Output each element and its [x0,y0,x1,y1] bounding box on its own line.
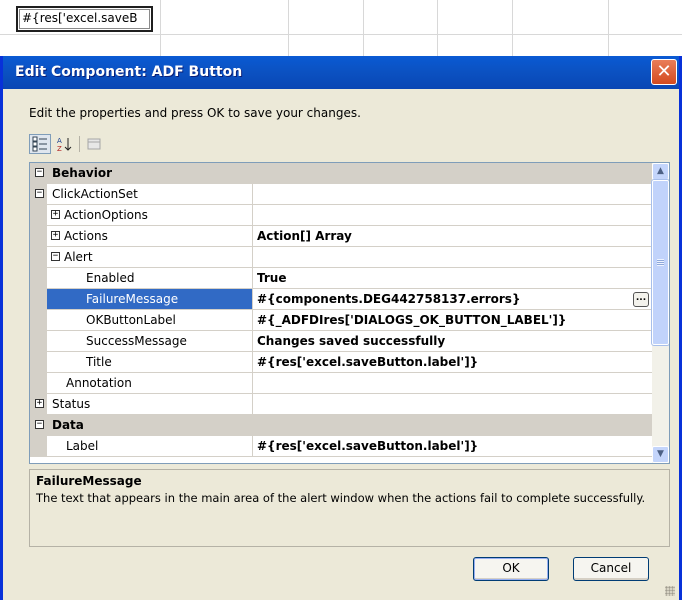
close-icon: ✕ [656,61,672,82]
property-value[interactable]: #{res['excel.saveButton.label']} [252,436,652,457]
property-name: Title [86,355,112,369]
property-pages-button[interactable] [83,134,105,154]
property-name: ClickActionSet [52,187,138,201]
sheet-gridline [0,34,682,35]
dialog-title-bar[interactable]: Edit Component: ADF Button ✕ [3,56,679,89]
grid-row-margin [30,352,47,373]
grid-row-margin [30,436,47,457]
property-value[interactable] [252,394,652,415]
svg-text:A: A [57,137,62,145]
alphabetical-button[interactable]: A Z [53,134,75,154]
property-value[interactable]: Changes saved successfully [252,331,652,352]
grid-property-row[interactable]: OKButtonLabel #{_ADFDIres['DIALOGS_OK_BUT… [30,310,652,331]
description-title: FailureMessage [36,474,142,488]
property-name: Behavior [52,166,113,180]
expand-icon[interactable]: + [51,231,60,240]
grid-row-margin [30,373,47,394]
scroll-down-icon[interactable]: ▼ [652,446,669,463]
property-name: Alert [64,250,93,264]
grid-category-row[interactable]: − Behavior [30,163,652,184]
property-grid: − Behavior − ClickActionSet + ActionOptions + A… [29,162,670,464]
grid-row-margin [30,310,47,331]
toolbar-separator [79,136,80,152]
grid-property-row[interactable]: Title #{res['excel.saveButton.label']} [30,352,652,373]
property-value[interactable] [252,184,652,205]
ok-button[interactable]: OK [473,557,549,581]
edit-component-dialog: Edit Component: ADF Button ✕ Edit the pr… [0,56,682,600]
grid-row-divider [47,456,652,457]
property-name: ActionOptions [64,208,148,222]
sheet-gridline [160,0,161,56]
sheet-gridline [437,0,438,56]
sheet-gridline [608,0,609,56]
property-value[interactable] [252,205,652,226]
cancel-button[interactable]: Cancel [573,557,649,581]
collapse-icon[interactable]: − [51,252,60,261]
grid-property-row[interactable]: Enabled True [30,268,652,289]
property-value[interactable] [252,373,652,394]
property-name: Status [52,397,91,411]
grid-row-margin [30,289,47,310]
grid-property-row[interactable]: + Actions Action[] Array [30,226,652,247]
dialog-title: Edit Component: ADF Button [15,64,243,80]
scrollbar-grip [657,259,664,266]
property-name: Data [52,418,84,432]
property-name: FailureMessage [86,292,179,306]
property-value[interactable]: Action[] Array [252,226,652,247]
collapse-icon[interactable]: − [35,168,44,177]
grid-row-margin [30,247,47,268]
spreadsheet-background: #{res['excel.saveB [0,0,682,56]
description-text: The text that appears in the main area o… [36,491,646,505]
property-value[interactable] [252,247,652,268]
grid-row-margin [30,331,47,352]
grid-property-row[interactable]: − Alert [30,247,652,268]
grid-row-margin [30,226,47,247]
svg-text:Z: Z [57,145,62,152]
close-button[interactable]: ✕ [651,59,677,85]
property-value[interactable]: True [252,268,652,289]
property-name: Enabled [86,271,135,285]
categorized-button[interactable] [29,134,51,154]
categorized-icon [32,136,47,152]
sheet-gridline [512,0,513,56]
sheet-gridline [288,0,289,56]
property-value[interactable]: #{components.DEG442758137.errors} [252,289,652,310]
grid-property-row[interactable]: FailureMessage #{components.DEG442758137.… [30,289,652,310]
grid-row-margin [30,205,47,226]
grid-property-row[interactable]: Annotation [30,373,652,394]
property-pages-icon [87,138,101,150]
property-value[interactable]: #{res['excel.saveButton.label']} [252,352,652,373]
grid-row-margin [30,268,47,289]
scroll-up-icon[interactable]: ▲ [652,163,669,180]
spreadsheet-adf-button[interactable]: #{res['excel.saveB [16,6,153,32]
resize-grip-icon[interactable] [665,586,675,596]
alphabetical-icon: A Z [57,137,72,152]
ellipsis-button[interactable]: ... [633,292,649,307]
property-value[interactable]: #{_ADFDIres['DIALOGS_OK_BUTTON_LABEL']} [252,310,652,331]
property-name: Label [66,439,99,453]
property-name: OKButtonLabel [86,313,176,327]
instruction-text: Edit the properties and press OK to save… [29,106,361,120]
grid-category-row[interactable]: − Data [30,415,652,436]
scrollbar-thumb[interactable] [651,179,669,346]
collapse-icon[interactable]: − [35,420,44,429]
collapse-icon[interactable]: − [35,189,44,198]
grid-property-row[interactable]: SuccessMessage Changes saved successfully [30,331,652,352]
property-name: Annotation [66,376,132,390]
grid-vertical-scrollbar[interactable]: ▲ ▼ [651,163,669,463]
grid-property-row[interactable]: − ClickActionSet [30,184,652,205]
description-pane: FailureMessage The text that appears in … [29,469,670,547]
expand-icon[interactable]: + [51,210,60,219]
grid-property-row[interactable]: Label #{res['excel.saveButton.label']} [30,436,652,457]
sheet-gridline [363,0,364,56]
grid-property-row[interactable]: + Status [30,394,652,415]
grid-property-row[interactable]: + ActionOptions [30,205,652,226]
expand-icon[interactable]: + [35,399,44,408]
property-name: SuccessMessage [86,334,187,348]
property-name: Actions [64,229,108,243]
